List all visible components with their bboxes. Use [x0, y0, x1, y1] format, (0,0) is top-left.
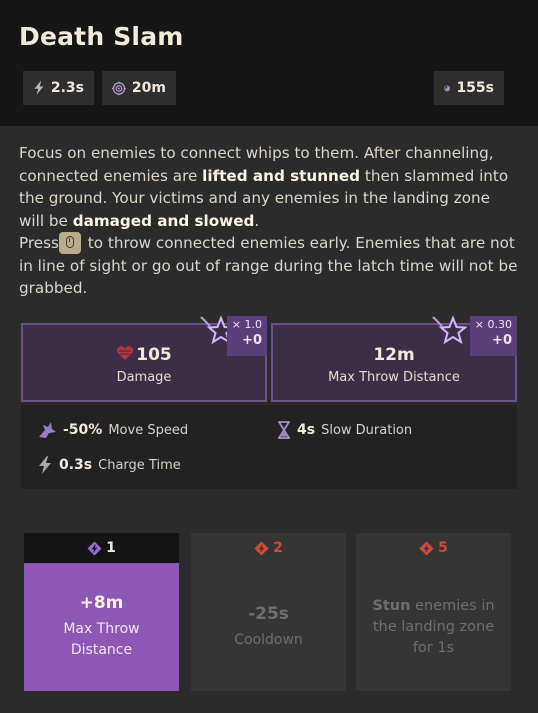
move-speed-stat: -50% Move Speed — [37, 421, 188, 439]
ability-description: Focus on enemies to connect whips to the… — [19, 142, 519, 300]
tier-body: +8m Max Throw Distance — [24, 563, 179, 691]
secondary-stats: -50% Move Speed 4s Slow Duration 0.3s Ch… — [21, 405, 517, 489]
tier-cost-value: 2 — [273, 540, 283, 556]
charge-time-chip: 2.3s — [23, 71, 94, 105]
range-chip: 20m — [102, 71, 176, 105]
upgrade-tier-1[interactable]: 1 +8m Max Throw Distance — [24, 533, 179, 691]
lightning-icon — [34, 81, 44, 95]
desc-text: to throw connected enemies early. Enemie… — [19, 234, 518, 297]
slow-duration-value: 4s — [297, 422, 316, 438]
tier-label: Stun enemies in the landing zone for 1s — [369, 596, 499, 659]
throw-distance-label: Max Throw Distance — [328, 370, 460, 385]
tier-label-bold: Stun — [372, 597, 411, 614]
tier-value: -25s — [248, 603, 289, 624]
tier-label: Cooldown — [234, 631, 303, 648]
lightning-icon — [39, 456, 51, 474]
desc-text: Press — [19, 234, 59, 252]
cooldown-chip: 155s — [434, 71, 504, 105]
mouse-button-icon — [58, 232, 81, 254]
scale-multiplier: × 1.0 — [231, 318, 262, 331]
damage-value-row: 105 — [23, 345, 265, 365]
heart-icon — [117, 346, 134, 360]
desc-highlight: damaged and slowed — [72, 211, 255, 230]
upgrade-tier-3[interactable]: 5 Stun enemies in the landing zone for 1… — [356, 533, 511, 691]
tier-body: -25s Cooldown — [191, 563, 346, 691]
ability-header: Death Slam 2.3s 20m 155s — [0, 0, 538, 126]
tier-cost: 1 — [24, 533, 179, 563]
charge-time-value: 2.3s — [50, 80, 84, 96]
throw-distance-stat-card: × 0.30 +0 12m Max Throw Distance — [271, 315, 517, 402]
ability-point-icon — [254, 540, 269, 556]
ability-point-icon — [87, 540, 102, 556]
tier-cost: 5 — [356, 533, 511, 563]
target-icon — [112, 81, 126, 95]
tier-value: +8m — [79, 593, 124, 613]
damage-label: Damage — [116, 370, 172, 385]
move-speed-label: Move Speed — [108, 422, 189, 438]
cooldown-value: 155s — [456, 80, 494, 96]
tier-body: Stun enemies in the landing zone for 1s — [356, 563, 511, 691]
damage-value: 105 — [136, 345, 172, 365]
slow-duration-stat: 4s Slow Duration — [277, 421, 412, 439]
damage-stat-card: × 1.0 +0 105 Damage — [21, 315, 267, 402]
desc-highlight: lifted and stunned — [202, 166, 361, 185]
slow-duration-label: Slow Duration — [321, 422, 413, 438]
hourglass-icon — [278, 421, 290, 439]
ability-title: Death Slam — [19, 22, 184, 51]
tier-cost-value: 5 — [438, 540, 448, 556]
tier-cost-value: 1 — [106, 540, 116, 556]
desc-text: . — [254, 211, 260, 230]
range-value: 20m — [131, 80, 166, 96]
spirit-star-icon — [432, 315, 467, 345]
move-speed-value: -50% — [63, 422, 103, 438]
charge-time-bonus-value: 0.3s — [59, 457, 93, 473]
upgrade-tier-2[interactable]: 2 -25s Cooldown — [191, 533, 346, 691]
slow-boot-icon — [39, 422, 56, 438]
charge-time-bonus-label: Charge Time — [98, 457, 181, 473]
tier-label: Max Throw Distance — [63, 621, 140, 658]
tier-cost: 2 — [191, 533, 346, 563]
scale-multiplier: × 0.30 — [474, 318, 512, 331]
throw-distance-value: 12m — [373, 345, 415, 365]
charge-time-stat: 0.3s Charge Time — [37, 456, 181, 474]
ability-point-icon — [419, 540, 434, 556]
cooldown-icon — [444, 84, 451, 92]
